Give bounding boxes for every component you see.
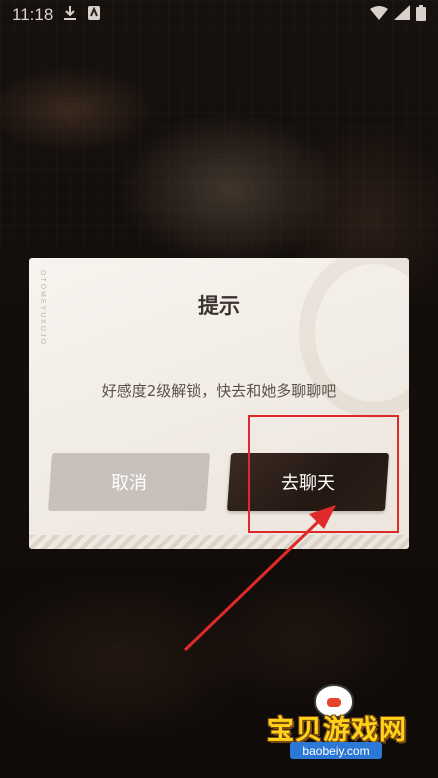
watermark-url: baobeiy.com [290,742,382,759]
annotation-arrow [183,505,336,652]
watermark-logo: 宝贝游戏网 baobeiy.com [262,684,412,768]
